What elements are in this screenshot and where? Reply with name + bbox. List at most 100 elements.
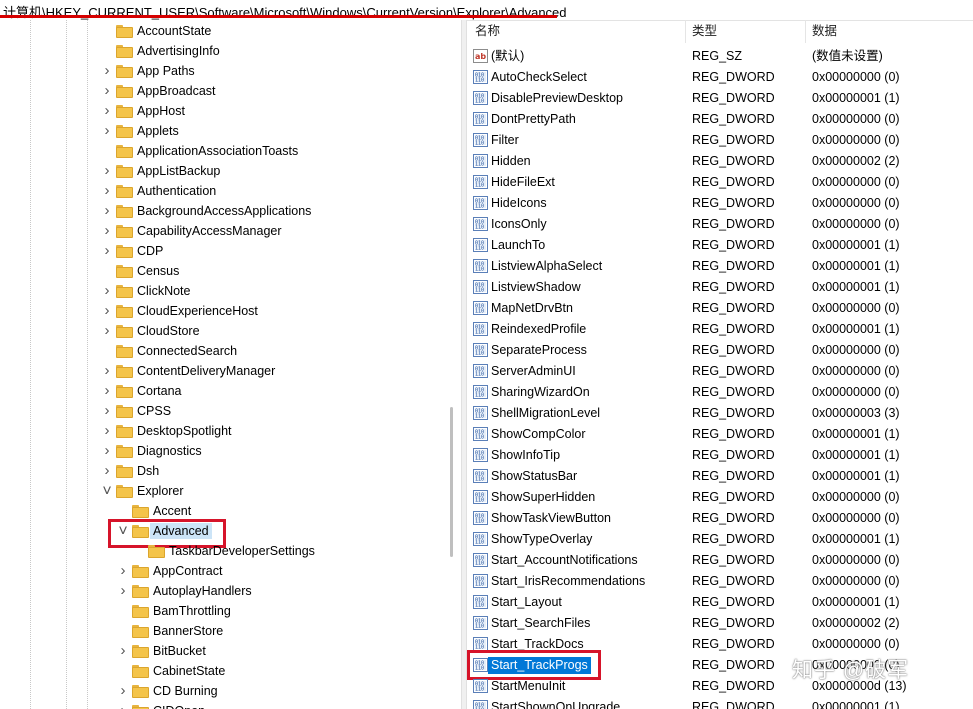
tree-node[interactable]: TaskbarDeveloperSettings — [0, 541, 450, 561]
value-row[interactable]: ab (默认) REG_SZ (数值未设置) — [467, 46, 973, 67]
registry-values-list[interactable]: 名称 类型 数据 ab (默认) REG_SZ (数值未设置) 010 110 AutoCh… — [467, 20, 973, 709]
tree-node[interactable]: › CapabilityAccessManager — [0, 221, 450, 241]
value-row[interactable]: 010 110 Filter REG_DWORD 0x00000000 (0) — [467, 130, 973, 151]
chevron-right-icon[interactable]: › — [102, 121, 112, 141]
value-name[interactable]: HideFileExt — [491, 174, 555, 191]
value-name[interactable]: Start_Layout — [491, 594, 562, 611]
tree-node[interactable]: › CDP — [0, 241, 450, 261]
chevron-right-icon[interactable]: › — [102, 81, 112, 101]
tree-node-label[interactable]: AdvertisingInfo — [137, 43, 220, 59]
value-name[interactable]: LaunchTo — [491, 237, 545, 254]
value-row[interactable]: 010 110 ServerAdminUI REG_DWORD 0x00000000 (… — [467, 361, 973, 382]
chevron-right-icon[interactable]: › — [102, 301, 112, 321]
tree-node-label[interactable]: CapabilityAccessManager — [137, 223, 282, 239]
tree-node-label[interactable]: AccountState — [137, 23, 211, 39]
value-row[interactable]: 010 110 LaunchTo REG_DWORD 0x00000001 (1) — [467, 235, 973, 256]
value-row[interactable]: 010 110 ListviewShadow REG_DWORD 0x00000001 … — [467, 277, 973, 298]
value-name[interactable]: AutoCheckSelect — [491, 69, 587, 86]
tree-node-label[interactable]: ConnectedSearch — [137, 343, 237, 359]
tree-node-label[interactable]: BannerStore — [153, 623, 223, 639]
tree-node[interactable]: Census — [0, 261, 450, 281]
value-name[interactable]: MapNetDrvBtn — [491, 300, 573, 317]
column-header-type[interactable]: 类型 — [692, 20, 717, 43]
tree-node-label[interactable]: Authentication — [137, 183, 216, 199]
chevron-right-icon[interactable]: › — [102, 361, 112, 381]
tree-node-label[interactable]: AppHost — [137, 103, 185, 119]
tree-node-label[interactable]: Census — [137, 263, 179, 279]
tree-node-label[interactable]: CDP — [137, 243, 163, 259]
tree-node-label[interactable]: BackgroundAccessApplications — [137, 203, 311, 219]
value-name[interactable]: ReindexedProfile — [491, 321, 586, 338]
chevron-right-icon[interactable]: › — [102, 401, 112, 421]
value-row[interactable]: 010 110 AutoCheckSelect REG_DWORD 0x00000000… — [467, 67, 973, 88]
value-row[interactable]: 010 110 MapNetDrvBtn REG_DWORD 0x00000000 (0… — [467, 298, 973, 319]
chevron-right-icon[interactable]: › — [102, 441, 112, 461]
value-name[interactable]: (默认) — [491, 48, 524, 65]
tree-node-label[interactable]: ApplicationAssociationToasts — [137, 143, 298, 159]
tree-node[interactable]: › App Paths — [0, 61, 450, 81]
tree-node[interactable]: › AppContract — [0, 561, 450, 581]
address-path[interactable]: 计算机\HKEY_CURRENT_USER\Software\Microsoft… — [3, 2, 567, 21]
tree-node-label[interactable]: AppListBackup — [137, 163, 220, 179]
tree-node[interactable]: ConnectedSearch — [0, 341, 450, 361]
tree-node[interactable]: › Authentication — [0, 181, 450, 201]
value-name[interactable]: ServerAdminUI — [491, 363, 576, 380]
value-name[interactable]: ShellMigrationLevel — [491, 405, 600, 422]
tree-node[interactable]: Accent — [0, 501, 450, 521]
value-name[interactable]: Start_IrisRecommendations — [491, 573, 645, 590]
value-name[interactable]: Start_SearchFiles — [491, 615, 590, 632]
tree-node[interactable]: › CloudExperienceHost — [0, 301, 450, 321]
chevron-right-icon[interactable]: › — [102, 321, 112, 341]
value-name[interactable]: ShowInfoTip — [491, 447, 560, 464]
tree-node-label[interactable]: DesktopSpotlight — [137, 423, 232, 439]
tree-node-label[interactable]: Applets — [137, 123, 179, 139]
value-row[interactable]: 010 110 HideIcons REG_DWORD 0x00000000 (0) — [467, 193, 973, 214]
tree-node[interactable]: ˅ Explorer — [0, 481, 450, 501]
value-name[interactable]: Hidden — [491, 153, 531, 170]
tree-node[interactable]: BamThrottling — [0, 601, 450, 621]
tree-node-label[interactable]: BamThrottling — [153, 603, 231, 619]
chevron-right-icon[interactable]: › — [102, 221, 112, 241]
address-bar[interactable]: 计算机\HKEY_CURRENT_USER\Software\Microsoft… — [0, 0, 973, 21]
chevron-right-icon[interactable]: › — [118, 681, 128, 701]
chevron-right-icon[interactable]: › — [118, 701, 128, 709]
chevron-right-icon[interactable]: › — [102, 461, 112, 481]
chevron-right-icon[interactable]: › — [102, 241, 112, 261]
tree-node[interactable]: › ClickNote — [0, 281, 450, 301]
chevron-right-icon[interactable]: › — [118, 581, 128, 601]
chevron-right-icon[interactable]: › — [102, 161, 112, 181]
column-header-name[interactable]: 名称 — [475, 20, 500, 43]
tree-node-label[interactable]: AppBroadcast — [137, 83, 216, 99]
value-name[interactable]: Start_AccountNotifications — [491, 552, 638, 569]
tree-node[interactable]: › AutoplayHandlers — [0, 581, 450, 601]
tree-node[interactable]: › ContentDeliveryManager — [0, 361, 450, 381]
value-name[interactable]: ShowTypeOverlay — [491, 531, 592, 548]
tree-scrollbar[interactable] — [450, 407, 453, 557]
chevron-right-icon[interactable]: › — [102, 181, 112, 201]
value-row[interactable]: 010 110 ReindexedProfile REG_DWORD 0x0000000… — [467, 319, 973, 340]
value-name[interactable]: ShowCompColor — [491, 426, 585, 443]
tree-node[interactable]: AdvertisingInfo — [0, 41, 450, 61]
value-row[interactable]: 010 110 SharingWizardOn REG_DWORD 0x00000000… — [467, 382, 973, 403]
tree-node[interactable]: › AppHost — [0, 101, 450, 121]
tree-node-label[interactable]: CabinetState — [153, 663, 225, 679]
value-row[interactable]: 010 110 ShowStatusBar REG_DWORD 0x00000001 (… — [467, 466, 973, 487]
value-row[interactable]: 010 110 HideFileExt REG_DWORD 0x00000000 (0) — [467, 172, 973, 193]
tree-node[interactable]: AccountState — [0, 21, 450, 41]
value-row[interactable]: 010 110 IconsOnly REG_DWORD 0x00000000 (0) — [467, 214, 973, 235]
tree-node[interactable]: › Diagnostics — [0, 441, 450, 461]
tree-node[interactable]: › BackgroundAccessApplications — [0, 201, 450, 221]
value-row[interactable]: 010 110 Start_SearchFiles REG_DWORD 0x000000… — [467, 613, 973, 634]
tree-node[interactable]: › Dsh — [0, 461, 450, 481]
value-row[interactable]: 010 110 DontPrettyPath REG_DWORD 0x00000000 … — [467, 109, 973, 130]
value-row[interactable]: 010110StartShownOnUpgrade REG_DWORD 0x0000… — [467, 697, 973, 709]
chevron-right-icon[interactable]: › — [102, 281, 112, 301]
chevron-right-icon[interactable]: › — [118, 561, 128, 581]
chevron-right-icon[interactable]: › — [118, 641, 128, 661]
value-row[interactable]: 010 110 ListviewAlphaSelect REG_DWORD 0x0000… — [467, 256, 973, 277]
value-row[interactable]: 010 110 ShowTypeOverlay REG_DWORD 0x00000001… — [467, 529, 973, 550]
tree-node[interactable]: › AppListBackup — [0, 161, 450, 181]
chevron-right-icon[interactable]: › — [102, 101, 112, 121]
chevron-down-icon[interactable]: ˅ — [102, 481, 112, 501]
tree-node[interactable]: BannerStore — [0, 621, 450, 641]
